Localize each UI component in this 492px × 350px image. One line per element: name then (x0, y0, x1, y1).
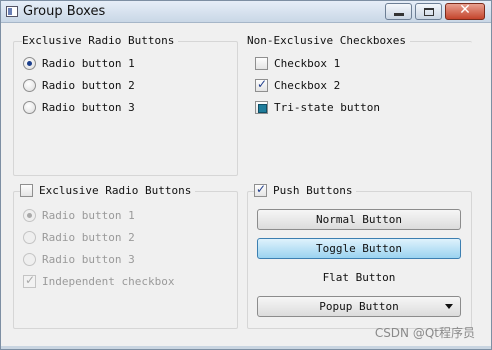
button-label: Toggle Button (315, 242, 403, 255)
checkable-exclusive-radio-group: Exclusive Radio Buttons Radio button 1 R… (13, 184, 238, 329)
group-title[interactable]: Exclusive Radio Buttons (20, 184, 196, 197)
radio-indicator[interactable] (23, 79, 36, 92)
window-bottom-border (1, 346, 491, 349)
checkbox-indicator[interactable] (255, 57, 268, 70)
checkbox-indicator[interactable] (23, 273, 36, 288)
independent-checkbox[interactable]: Independent checkbox (23, 273, 175, 288)
group-title: Exclusive Radio Buttons (22, 34, 179, 47)
group-enable-checkbox[interactable] (20, 184, 33, 197)
toggle-button[interactable]: Toggle Button (257, 238, 461, 259)
group-enable-checkbox[interactable] (254, 182, 267, 197)
radio-button-3[interactable]: Radio button 3 (23, 253, 135, 266)
radio-label: Radio button 2 (42, 79, 135, 92)
dropdown-arrow-icon (445, 304, 453, 309)
checkbox-indicator[interactable] (255, 77, 268, 92)
radio-indicator[interactable] (23, 209, 36, 222)
maximize-button[interactable] (415, 3, 442, 20)
radio-button-1[interactable]: Radio button 1 (23, 57, 135, 70)
group-title-label: Exclusive Radio Buttons (22, 34, 175, 47)
checkbox-2[interactable]: Checkbox 2 (255, 77, 341, 92)
group-title: Non-Exclusive Checkboxes (247, 34, 410, 47)
checkbox-label: Independent checkbox (42, 275, 175, 288)
title-bar[interactable]: Group Boxes ✕ (1, 1, 491, 23)
button-label: Popup Button (319, 300, 399, 313)
checkbox-indicator[interactable] (255, 101, 268, 114)
watermark: CSDN @Qt程序员 (374, 326, 475, 340)
radio-label: Radio button 3 (42, 253, 135, 266)
radio-label: Radio button 1 (42, 57, 135, 70)
checkbox-label: Tri-state button (274, 101, 380, 114)
window-title: Group Boxes (23, 4, 106, 19)
checkbox-1[interactable]: Checkbox 1 (255, 57, 340, 70)
group-title-label: Push Buttons (273, 184, 353, 197)
minimize-button[interactable] (385, 3, 412, 20)
checkbox-label: Checkbox 2 (274, 79, 341, 92)
app-window-icon (6, 6, 18, 17)
non-exclusive-checkbox-group: Non-Exclusive Checkboxes Checkbox 1 Chec… (247, 34, 472, 176)
button-label: Flat Button (322, 271, 396, 284)
radio-button-2[interactable]: Radio button 2 (23, 231, 135, 244)
radio-button-1[interactable]: Radio button 1 (23, 209, 135, 222)
radio-indicator[interactable] (23, 57, 36, 70)
popup-button[interactable]: Popup Button (257, 296, 461, 317)
minimize-icon (394, 13, 404, 16)
radio-indicator[interactable] (23, 101, 36, 114)
push-buttons-group: Push Buttons Normal Button Toggle Button… (247, 182, 472, 329)
close-button[interactable]: ✕ (445, 2, 485, 20)
group-title-label: Non-Exclusive Checkboxes (247, 34, 406, 47)
group-title[interactable]: Push Buttons (254, 182, 357, 197)
radio-indicator[interactable] (23, 253, 36, 266)
flat-button[interactable]: Flat Button (257, 267, 461, 288)
checkbox-label: Checkbox 1 (274, 57, 341, 70)
close-icon: ✕ (459, 2, 471, 18)
maximize-icon (424, 8, 434, 16)
group-title-label: Exclusive Radio Buttons (39, 184, 192, 197)
main-window: Group Boxes ✕ Exclusive Radio Buttons Ra… (0, 0, 492, 350)
radio-indicator[interactable] (23, 231, 36, 244)
radio-button-2[interactable]: Radio button 2 (23, 79, 135, 92)
button-label: Normal Button (315, 213, 403, 226)
tri-state-checkbox[interactable]: Tri-state button (255, 101, 380, 114)
radio-label: Radio button 3 (42, 101, 135, 114)
normal-button[interactable]: Normal Button (257, 209, 461, 230)
radio-label: Radio button 2 (42, 231, 135, 244)
radio-label: Radio button 1 (42, 209, 135, 222)
radio-button-3[interactable]: Radio button 3 (23, 101, 135, 114)
exclusive-radio-group: Exclusive Radio Buttons Radio button 1 R… (13, 34, 238, 176)
